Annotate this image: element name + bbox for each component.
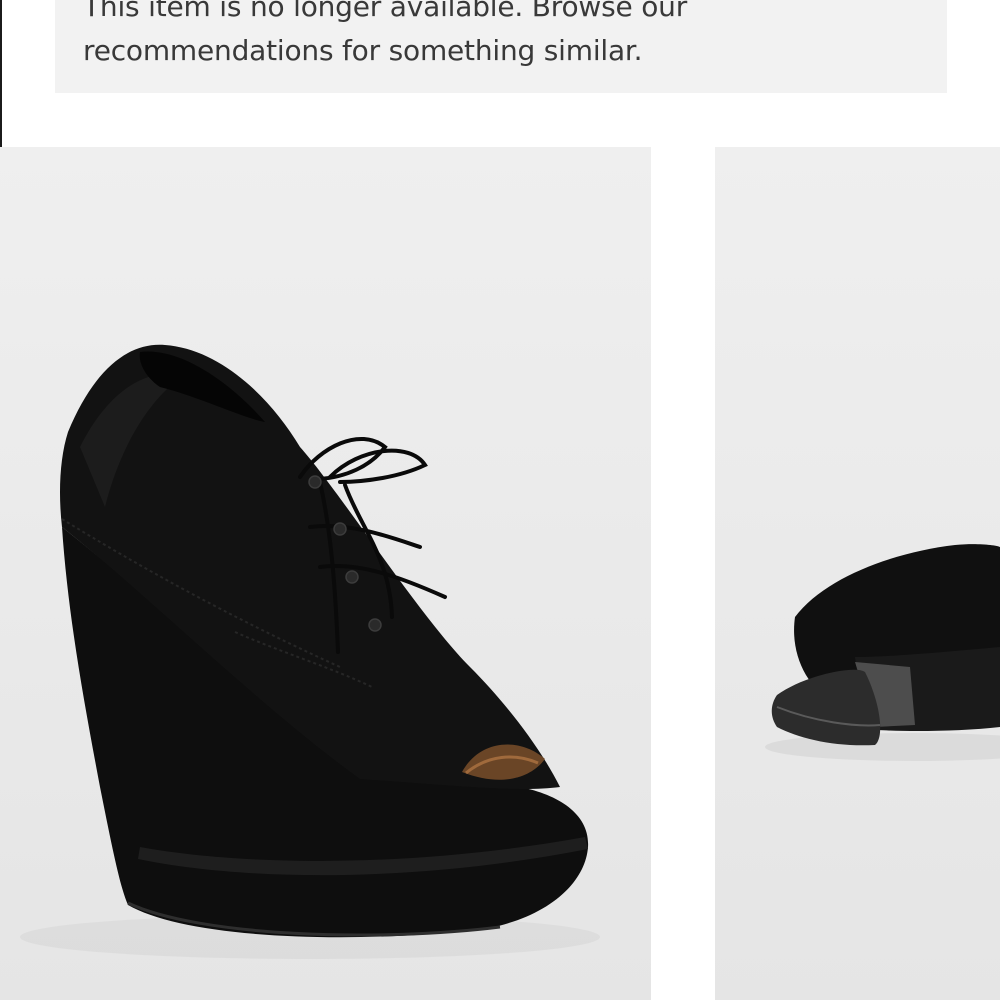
unavailable-notice: This item is no longer available. Browse… xyxy=(55,0,947,93)
product-image-2[interactable] xyxy=(715,147,1000,1000)
wedge-bootie-icon xyxy=(20,344,600,959)
notice-line-1: This item is no longer available. Browse… xyxy=(83,0,688,23)
product-image-1[interactable] xyxy=(0,147,651,1000)
product-image-gallery xyxy=(0,147,1000,1000)
wedge-shoe-rear-view-icon xyxy=(765,544,1000,761)
notice-line-2: recommendations for something similar. xyxy=(83,34,643,67)
